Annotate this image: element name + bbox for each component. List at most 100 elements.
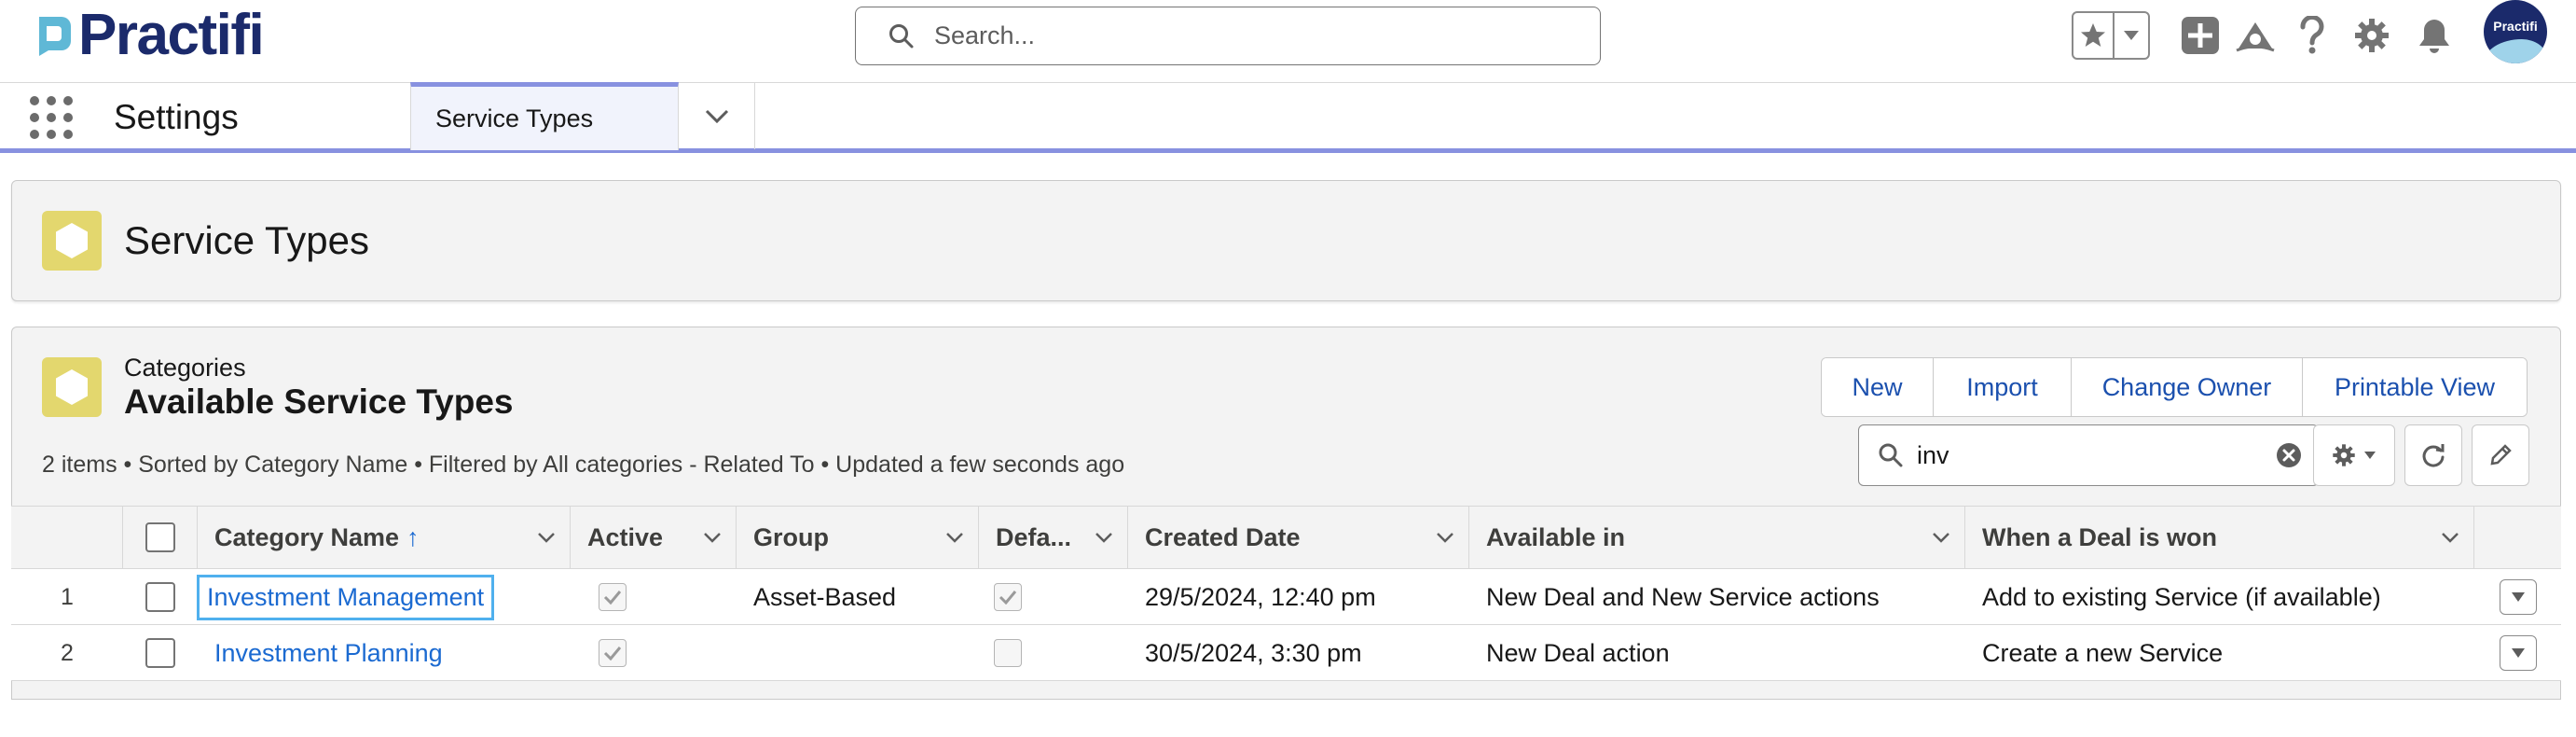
add-icon xyxy=(2182,17,2219,54)
table-header: Category Name ↑ Active Group Defa... Cre… xyxy=(11,506,2561,569)
new-button[interactable]: New xyxy=(1822,358,1934,416)
available-in-cell: New Deal action xyxy=(1486,638,1670,667)
practifi-logo-icon xyxy=(39,17,71,56)
trailhead-button[interactable] xyxy=(2233,13,2278,58)
help-icon xyxy=(2300,16,2324,54)
chevron-down-icon[interactable] xyxy=(944,527,965,548)
when-deal-won-cell: Add to existing Service (if available) xyxy=(1982,582,2381,611)
chevron-down-icon xyxy=(2364,452,2376,459)
app-launcher-icon[interactable] xyxy=(30,96,73,139)
default-cell xyxy=(979,569,1128,625)
column-label: Active xyxy=(587,522,664,551)
tab-service-types[interactable]: Service Types xyxy=(410,82,679,150)
row-actions-cell xyxy=(2474,569,2561,625)
favorites-list-button[interactable] xyxy=(2115,13,2148,58)
printable-view-button[interactable]: Printable View xyxy=(2303,358,2527,416)
sort-ascending-icon: ↑ xyxy=(406,522,420,551)
page-header: Service Types xyxy=(11,180,2561,301)
column-label: Available in xyxy=(1486,522,1626,551)
checkmark-icon xyxy=(999,591,1017,605)
chevron-down-icon[interactable] xyxy=(1435,527,1455,548)
refresh-icon xyxy=(2422,444,2445,467)
row-select-checkbox[interactable] xyxy=(145,638,175,668)
actions-header xyxy=(2474,507,2561,568)
column-header-created-date[interactable]: Created Date xyxy=(1128,507,1469,568)
list-search-input[interactable] xyxy=(1917,440,2252,470)
select-all-checkbox[interactable] xyxy=(145,522,175,552)
clear-icon[interactable] xyxy=(2275,441,2303,469)
list-eyebrow: Categories xyxy=(124,354,246,382)
inline-edit-button[interactable] xyxy=(2472,424,2529,486)
column-header-available-in[interactable]: Available in xyxy=(1469,507,1965,568)
chevron-down-icon[interactable] xyxy=(2440,527,2460,548)
column-label: When a Deal is won xyxy=(1982,522,2218,551)
row-number-header xyxy=(11,507,123,568)
row-select-checkbox[interactable] xyxy=(145,582,175,612)
category-name-link[interactable]: Investment Management xyxy=(196,574,495,620)
avatar-decoration xyxy=(2484,39,2547,63)
column-label: Created Date xyxy=(1145,522,1301,551)
column-header-category-name[interactable]: Category Name ↑ xyxy=(198,507,571,568)
select-all-header xyxy=(123,507,198,568)
nav-tab-menu-button[interactable] xyxy=(679,83,755,149)
default-checkbox xyxy=(994,583,1022,611)
created-date-cell: 29/5/2024, 12:40 pm xyxy=(1145,582,1376,611)
row-actions-button[interactable] xyxy=(2499,579,2537,615)
global-search-input[interactable] xyxy=(934,21,1568,50)
category-name-link[interactable]: Investment Planning xyxy=(214,639,443,668)
group-cell: Asset-Based xyxy=(753,582,897,611)
chevron-down-icon xyxy=(705,109,728,123)
notification-bell-icon xyxy=(2419,20,2449,53)
column-header-when-deal-won[interactable]: When a Deal is won xyxy=(1965,507,2474,568)
favorite-star-button[interactable] xyxy=(2073,13,2115,58)
row-number: 1 xyxy=(61,583,74,610)
column-header-group[interactable]: Group xyxy=(737,507,979,568)
row-actions-button[interactable] xyxy=(2499,635,2537,671)
global-actions-button[interactable] xyxy=(2178,13,2223,58)
column-label: Category Name xyxy=(214,522,400,551)
column-header-active[interactable]: Active xyxy=(571,507,737,568)
search-icon xyxy=(1879,443,1903,467)
page-title: Service Types xyxy=(124,218,370,262)
avatar-text: Practifi xyxy=(2493,19,2538,34)
column-header-default[interactable]: Defa... xyxy=(979,507,1128,568)
checkmark-icon xyxy=(603,647,622,661)
active-checkbox xyxy=(599,639,627,667)
setup-button[interactable] xyxy=(2349,13,2394,58)
checkmark-icon xyxy=(603,591,622,605)
setup-gear-icon xyxy=(2355,19,2389,52)
when-deal-won-cell: Create a new Service xyxy=(1982,638,2224,667)
row-select-cell xyxy=(123,625,198,681)
chevron-down-icon[interactable] xyxy=(1094,527,1114,548)
favorites-button-group xyxy=(2072,11,2150,60)
change-owner-button[interactable]: Change Owner xyxy=(2072,358,2303,416)
available-in-cell: New Deal and New Service actions xyxy=(1486,582,1880,611)
list-search[interactable] xyxy=(1858,424,2319,486)
refresh-button[interactable] xyxy=(2404,424,2462,486)
hexagon-icon xyxy=(56,223,88,258)
column-label: Group xyxy=(753,522,829,551)
chevron-down-icon[interactable] xyxy=(536,527,557,548)
practifi-logo[interactable]: Practifi xyxy=(30,3,265,67)
table-row: 2 Investment Planning 30/5/2024, 3:30 pm… xyxy=(11,625,2561,681)
edit-pencil-icon xyxy=(2490,444,2512,466)
list-settings-button[interactable] xyxy=(2313,424,2395,486)
column-label: Defa... xyxy=(996,522,1072,551)
chevron-down-icon xyxy=(2511,648,2525,658)
list-title: Available Service Types xyxy=(124,382,514,421)
default-cell xyxy=(979,625,1128,681)
user-avatar[interactable]: Practifi xyxy=(2484,0,2547,63)
import-button[interactable]: Import xyxy=(1934,358,2072,416)
default-checkbox xyxy=(994,639,1022,667)
logo-text: Practifi xyxy=(78,3,265,67)
group-cell xyxy=(737,625,979,681)
search-icon xyxy=(889,23,914,48)
chevron-down-icon[interactable] xyxy=(1931,527,1951,548)
help-button[interactable] xyxy=(2290,13,2335,58)
global-search[interactable] xyxy=(855,7,1601,65)
star-icon xyxy=(2081,23,2105,47)
active-checkbox xyxy=(599,583,627,611)
global-header: Practifi Search... Practifi xyxy=(0,0,2576,82)
chevron-down-icon[interactable] xyxy=(702,527,723,548)
notifications-button[interactable] xyxy=(2412,13,2457,58)
